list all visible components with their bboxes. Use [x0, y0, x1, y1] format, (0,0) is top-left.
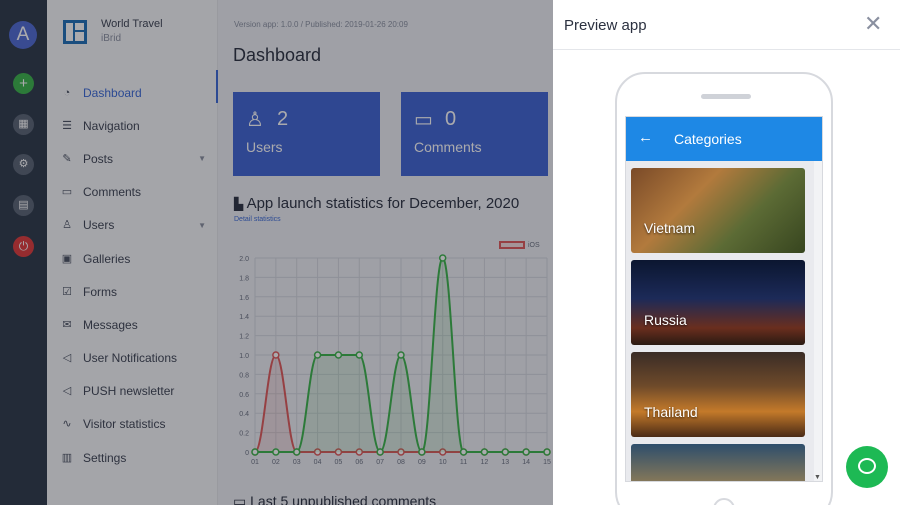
preview-panel: Preview app ✕ ← Categories Vietnam Russi…: [553, 0, 900, 505]
scrollbar[interactable]: ▼: [814, 161, 822, 481]
back-arrow-icon[interactable]: ←: [638, 129, 653, 146]
close-icon[interactable]: ✕: [864, 11, 882, 37]
category-card-partial[interactable]: [631, 444, 805, 481]
divider: [553, 49, 900, 50]
chat-bubble-icon: [858, 458, 876, 474]
phone-speaker: [701, 94, 751, 99]
category-name: Russia: [644, 312, 687, 328]
phone-frame: ← Categories Vietnam Russia Thailand ▼: [615, 72, 833, 505]
app-bar: ← Categories: [626, 117, 822, 161]
category-card-russia[interactable]: Russia: [631, 260, 805, 345]
scroll-down-icon[interactable]: ▼: [814, 474, 821, 481]
preview-title: Preview app: [564, 17, 647, 34]
chat-button[interactable]: [846, 446, 888, 488]
category-card-vietnam[interactable]: Vietnam: [631, 168, 805, 253]
phone-home-button: [713, 498, 735, 505]
category-card-thailand[interactable]: Thailand: [631, 352, 805, 437]
category-name: Thailand: [644, 404, 698, 420]
category-name: Vietnam: [644, 220, 696, 236]
app-bar-title: Categories: [674, 131, 742, 147]
modal-backdrop[interactable]: [0, 0, 553, 505]
phone-screen: ← Categories Vietnam Russia Thailand ▼: [625, 116, 823, 482]
